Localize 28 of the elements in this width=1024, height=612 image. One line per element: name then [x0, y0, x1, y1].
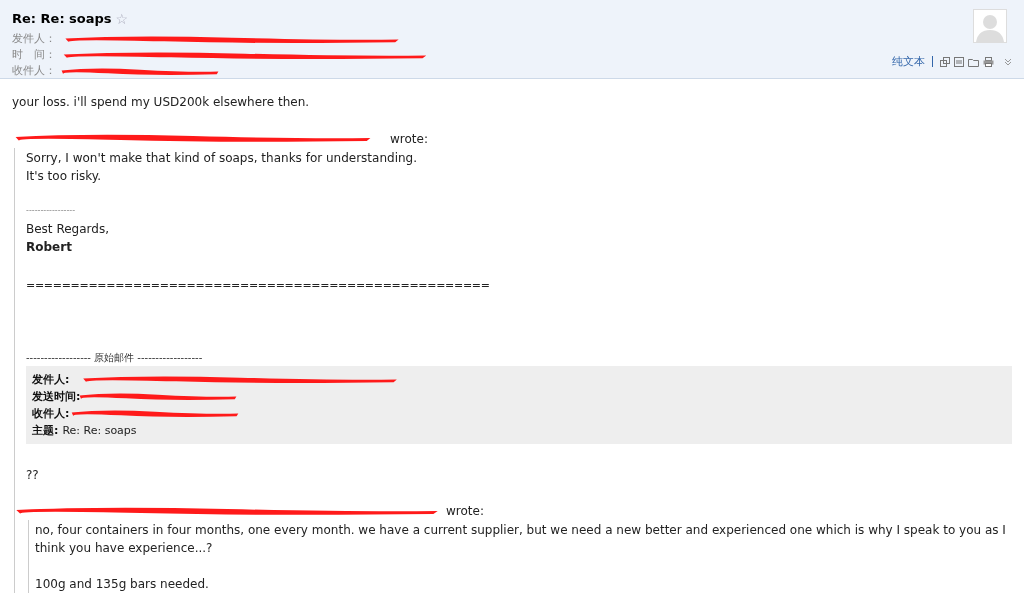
field-label: 收件人:: [32, 406, 70, 422]
attribution-text: wrote:: [446, 503, 484, 520]
new-window-icon[interactable]: [940, 56, 950, 67]
attribution-text: wrote:: [390, 131, 428, 148]
reply-text: your loss. i'll spend my USD200k elsewhere then.: [12, 94, 311, 111]
folder-icon[interactable]: [968, 56, 979, 67]
meta-label: 时 间：: [12, 47, 56, 64]
document-icon[interactable]: [954, 56, 964, 67]
quote-line: Sorry, I won't make that kind of soaps, thanks for understanding.: [26, 150, 419, 167]
meta-label: 收件人：: [12, 63, 56, 80]
chevron-down-icon[interactable]: [1004, 57, 1012, 66]
signature-separator: -----------------: [26, 205, 77, 217]
field-label: 发送时间:: [32, 389, 81, 405]
quote-paragraph: 100g and 135g bars needed.: [35, 576, 210, 593]
plain-text-link[interactable]: 纯文本: [892, 53, 925, 70]
reply-text: ??: [26, 467, 40, 484]
signature-name: Robert: [26, 239, 73, 256]
original-mail-header: ------------------ 原始邮件 ------------------: [26, 351, 204, 365]
quote-paragraph: no, four containers in four months, one every month. we have a current supplier, but we need a new better and experienced one which is why I speak to you as I think you have experience...?: [35, 522, 1007, 557]
closing-text: Best Regards,: [26, 221, 110, 238]
separator-rule: ====================================================: [26, 278, 491, 294]
field-label: 发件人:: [32, 372, 70, 388]
email-subject: Re: Re: soaps: [12, 10, 112, 28]
field-label: 主题:: [32, 423, 59, 439]
quote-line: It's too risky.: [26, 168, 103, 185]
print-icon[interactable]: [983, 56, 994, 67]
field-value: Re: Re: soaps: [62, 423, 137, 439]
meta-label: 发件人：: [12, 31, 56, 48]
